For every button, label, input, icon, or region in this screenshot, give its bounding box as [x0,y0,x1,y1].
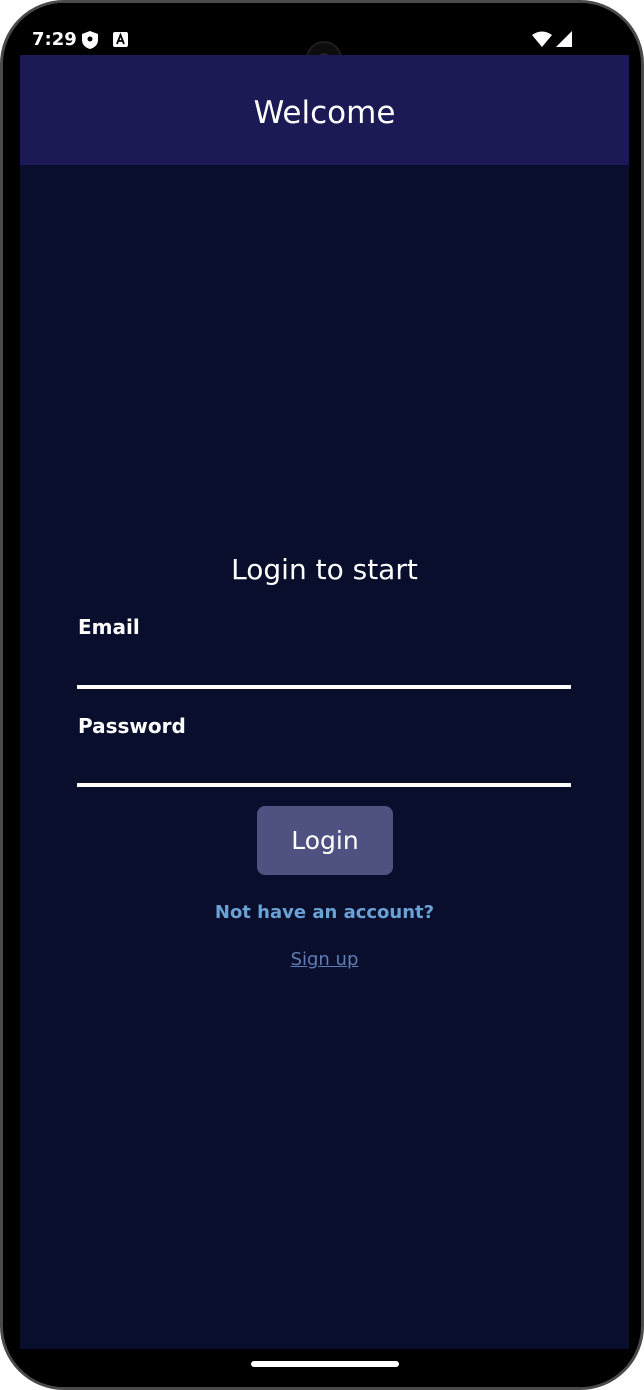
login-heading: Login to start [231,553,418,586]
signup-link[interactable]: Sign up [20,949,629,970]
no-account-prompt: Not have an account? [214,902,435,923]
login-content: Login to start Email Password Login Not … [20,165,629,1349]
email-label: Email [78,615,140,639]
a-notification-icon [113,32,128,51]
page-title: Welcome [253,95,396,131]
wifi-icon [532,31,552,51]
navigation-bar [18,1349,629,1387]
password-label: Password [78,714,186,738]
screen: 7:29 Welcome Login to start Email Passwo… [18,3,629,1387]
email-field[interactable] [77,645,571,689]
home-indicator[interactable] [251,1361,399,1367]
phone-frame: 7:29 Welcome Login to start Email Passwo… [0,0,644,1390]
signal-icon [556,31,572,51]
app-bar: Welcome [20,55,629,165]
login-button[interactable]: Login [257,806,393,875]
password-field[interactable] [77,743,571,787]
status-time: 7:29 [32,29,77,50]
shield-icon [82,31,98,53]
